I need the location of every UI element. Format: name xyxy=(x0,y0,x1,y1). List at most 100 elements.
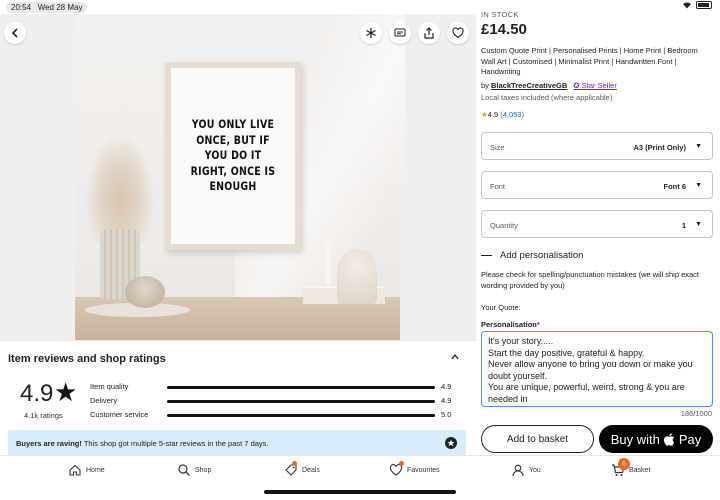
rating-value: 4.9 xyxy=(441,396,452,405)
status-time: 20:54 xyxy=(11,3,32,12)
product-photo[interactable]: YOU ONLY LIVE ONCE, BUT IF YOU DO IT RIG… xyxy=(0,14,476,340)
poster-mat: YOU ONLY LIVE ONCE, BUT IF YOU DO IT RIG… xyxy=(171,68,295,244)
shop-name-link[interactable]: BlackTreeCreativeGB xyxy=(491,81,567,90)
stock-status: IN STOCK xyxy=(481,10,519,19)
pampas-grass xyxy=(85,134,155,244)
back-button[interactable] xyxy=(4,22,26,44)
heart-icon xyxy=(452,27,464,39)
minus-icon xyxy=(481,254,492,257)
quantity-value: 1 xyxy=(681,221,686,230)
your-quote-label: Your Quote: xyxy=(481,303,521,312)
star-icon: ★ xyxy=(54,377,78,407)
buyers-raving-banner: Buyers are raving! This shop got multipl… xyxy=(8,430,466,456)
banner-text: This shop got multiple 5-star reviews in… xyxy=(81,439,269,448)
personalisation-hint: Please check for spelling/punctuation mi… xyxy=(481,270,700,290)
ratings-count: 4.1k ratings xyxy=(24,411,63,420)
status-date: Wed 28 May xyxy=(37,3,83,12)
rating-value: 5.0 xyxy=(441,410,452,419)
font-value: Font 6 xyxy=(663,182,687,191)
home-indicator[interactable] xyxy=(264,490,456,494)
candle xyxy=(325,239,331,284)
snowflake-icon xyxy=(366,28,376,38)
personalisation-textarea[interactable]: It's your story..... Start the day posit… xyxy=(481,331,713,407)
rating-label: Item quality xyxy=(90,382,129,391)
rating-row-item-quality: Item quality 4.9 xyxy=(90,381,470,393)
message-button[interactable] xyxy=(389,22,411,44)
add-to-basket-button[interactable]: Add to basket xyxy=(481,425,594,453)
share-icon xyxy=(424,27,434,39)
rating-label: Delivery xyxy=(90,396,118,405)
taxes-note: Local taxes included (where applicable) xyxy=(481,93,613,102)
apple-logo-icon xyxy=(663,432,675,446)
nav-home[interactable]: Home xyxy=(68,463,105,477)
add-personalisation-toggle[interactable]: Add personalisation xyxy=(481,250,583,261)
chevron-down-icon: ▼ xyxy=(695,221,702,228)
nav-basket-label: Basket xyxy=(629,466,651,474)
message-icon xyxy=(394,28,406,37)
price: £14.50 xyxy=(481,21,527,38)
nav-favourites[interactable]: Favourites xyxy=(389,463,440,477)
chevron-down-icon: ▼ xyxy=(695,143,702,150)
reviews-panel: Item reviews and shop ratings 4.9 ★ 4.1k… xyxy=(0,340,476,456)
chevron-down-icon: ▼ xyxy=(695,182,702,189)
favourites-notification-dot xyxy=(399,461,404,466)
nav-favourites-label: Favourites xyxy=(407,466,440,474)
rating-row-customer-service: Customer service 5.0 xyxy=(90,409,470,421)
star-seller-label: Star Seller xyxy=(581,81,617,90)
nav-deals[interactable]: Deals xyxy=(284,463,320,477)
poster-frame: YOU ONLY LIVE ONCE, BUT IF YOU DO IT RIG… xyxy=(165,62,301,250)
status-time-date: 20:54 Wed 28 May xyxy=(6,2,88,13)
apple-pay-button[interactable]: Buy with Pay xyxy=(599,425,713,453)
star-seller-badge-icon xyxy=(445,437,457,449)
rating-bar xyxy=(167,386,435,389)
size-select[interactable]: Size A3 (Print Only) ▼ xyxy=(481,132,713,160)
font-select[interactable]: Font Font 6 ▼ xyxy=(481,171,713,199)
nav-shop[interactable]: Shop xyxy=(177,463,211,477)
share-button[interactable] xyxy=(418,22,440,44)
rating-label: Customer service xyxy=(90,410,149,419)
rating-value: 4.9 xyxy=(441,382,452,391)
banner-bold: Buyers are raving! xyxy=(16,439,82,448)
size-label: Size xyxy=(490,143,505,152)
listing-rating-value: 4.9 xyxy=(487,110,499,119)
listing-rating[interactable]: ★4.9 (4,053) xyxy=(481,110,524,119)
quantity-select[interactable]: Quantity 1 ▼ xyxy=(481,210,713,238)
listing-rating-count: (4,053) xyxy=(500,110,525,119)
home-icon xyxy=(69,464,81,476)
star-seller-link[interactable]: ✪ Star Seller xyxy=(573,81,616,90)
personalisation-label-text: Personalisation xyxy=(481,320,537,329)
nav-basket[interactable]: Basket xyxy=(611,463,650,477)
star-icon: ★ xyxy=(481,110,488,119)
pay-label: Pay xyxy=(678,431,702,447)
nav-shop-label: Shop xyxy=(195,466,212,474)
poster-quote: YOU ONLY LIVE ONCE, BUT IF YOU DO IT RIG… xyxy=(190,117,276,194)
quantity-label: Quantity xyxy=(490,221,518,230)
rating-bar xyxy=(167,400,435,403)
view-in-room-button[interactable] xyxy=(360,22,382,44)
listing-title: Custom Quote Print | Personalised Prints… xyxy=(481,46,698,76)
size-value: A3 (Print Only) xyxy=(633,143,686,152)
basket-count-badge: 6 xyxy=(618,458,630,470)
collapse-reviews-icon[interactable] xyxy=(450,353,460,364)
char-counter: 186/1000 xyxy=(680,409,712,418)
chevron-left-icon xyxy=(11,28,18,38)
add-personalisation-label: Add personalisation xyxy=(500,250,584,261)
bowl xyxy=(125,276,165,308)
shop-line: by BlackTreeCreativeGB ✪ Star Seller xyxy=(481,81,617,90)
favourite-button[interactable] xyxy=(447,22,469,44)
nav-deals-label: Deals xyxy=(302,466,320,474)
deals-notification-dot xyxy=(292,461,297,466)
star-seller-badge-icon: ✪ xyxy=(573,81,580,90)
buy-with-label: Buy with xyxy=(610,431,660,447)
nav-you[interactable]: You xyxy=(511,463,541,477)
user-icon xyxy=(512,464,524,477)
required-marker: * xyxy=(536,320,540,329)
nav-you-label: You xyxy=(529,466,541,474)
rating-bar xyxy=(167,414,435,417)
overall-rating: 4.9 xyxy=(20,380,54,407)
by-label: by xyxy=(481,81,492,90)
font-label: Font xyxy=(490,182,506,191)
personalisation-label: Personalisation* xyxy=(481,320,540,329)
nav-home-label: Home xyxy=(86,466,105,474)
search-icon xyxy=(178,464,190,476)
